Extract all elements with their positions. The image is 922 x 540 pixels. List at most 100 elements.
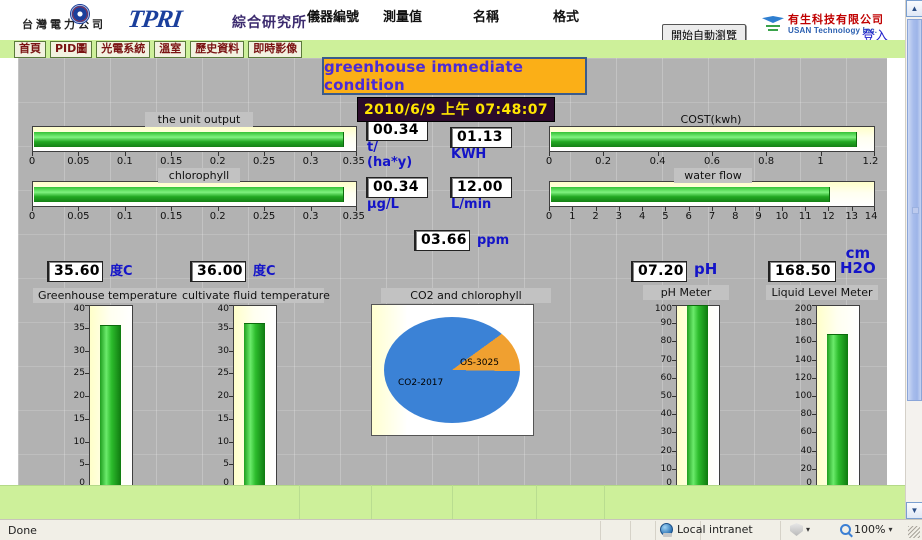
gauge-unit-output-track	[32, 126, 357, 152]
table-header-name: 名稱	[473, 10, 500, 25]
institute-name: 綜合研究所	[232, 15, 307, 31]
panel-right-margin	[887, 58, 905, 485]
nav-item-live-video[interactable]: 即時影像	[248, 40, 303, 58]
tpri-logo-text: TPRI	[126, 6, 183, 33]
gauge-fluid-temp: 40 35 30 25 20 15 10 5 0	[205, 304, 277, 485]
scada-panel: 0 0.05 0.1 0.15 0.2 0.25 0.3 0.35 the un…	[18, 58, 887, 485]
security-zone-indicator[interactable]: Local intranet	[660, 523, 753, 537]
readout-chlorophyll-unit: µg/L	[367, 197, 399, 212]
usan-leaf-icon	[762, 16, 784, 36]
gauge-cost-kwh-track	[549, 126, 875, 152]
nav-item-home[interactable]: 首頁	[14, 40, 46, 58]
gauge-fluid-temp-fill	[244, 323, 265, 485]
gauge-fluid-temp-label: cultivate fluid temperature	[177, 288, 330, 303]
page-title-banner: greenhouse immediate condition	[322, 57, 587, 95]
datetime-display: 2010/6/9 上午 07:48:07	[357, 97, 556, 122]
readout-greenhouse-temp-unit: 度C	[110, 264, 133, 279]
zoom-chevron-down-icon[interactable]: ▾	[888, 525, 892, 534]
readout-unit-output-value: 00.34	[366, 120, 428, 141]
table-header-measured-value: 測量值	[383, 10, 423, 25]
nav-item-history[interactable]: 歷史資料	[190, 40, 245, 58]
gauge-ph-meter: 100 90 80 70 60 50 40 30 20 10 0	[648, 304, 720, 485]
scroll-up-arrow-icon[interactable]: ▲	[906, 0, 922, 17]
gauge-greenhouse-temp-label: Greenhouse temperature	[33, 288, 178, 303]
protected-mode-indicator[interactable]: ▾	[790, 523, 810, 536]
magnifier-icon	[840, 524, 851, 535]
readout-ph-unit: pH	[694, 260, 718, 278]
gauge-greenhouse-temp-track	[89, 305, 133, 485]
readout-fluid-temp-value: 36.00	[190, 261, 246, 282]
readout-water-flow-value: 12.00	[450, 177, 512, 198]
gauge-liquid-level-label: Liquid Level Meter	[766, 285, 878, 300]
readout-liquid-level-value: 168.50	[768, 261, 836, 282]
readout-fluid-temp-unit: 度C	[253, 264, 276, 279]
window-resize-grip[interactable]	[908, 526, 920, 538]
gauge-liquid-level-meter: 200 180 160 140 120 100 80 60 40 20 0	[788, 304, 860, 485]
gauge-water-flow: 0 1 2 3 4 5 6 7 8 9 10 11 12 13 14	[546, 181, 877, 225]
table-header-instrument-id: 儀器編號	[307, 10, 360, 25]
gauge-cost-kwh-fill	[551, 132, 857, 147]
taipower-logo: 台灣電力公司	[22, 4, 106, 32]
gauge-unit-output: 0 0.05 0.1 0.15 0.2 0.25 0.3 0.35	[29, 126, 365, 170]
panel-left-margin	[0, 58, 18, 485]
gauge-chlorophyll-fill	[34, 187, 344, 202]
gauge-fluid-temp-track	[233, 305, 277, 485]
gauge-liquid-level-meter-track	[816, 305, 860, 485]
gauge-greenhouse-temp-fill	[100, 324, 121, 485]
readout-co2-value: 03.66	[414, 230, 470, 251]
readout-unit-output-unit: t/ (ha*y)	[367, 140, 413, 170]
readout-greenhouse-temp-value: 35.60	[47, 261, 103, 282]
gauge-water-flow-axis: 0 1 2 3 4 5 6 7 8 9 10 11 12 13 14	[546, 207, 877, 225]
readout-co2-unit: ppm	[477, 233, 510, 248]
main-nav: 首頁 PID圖 光電系統 溫室 歷史資料 即時影像	[0, 40, 905, 58]
gauge-ph-meter-track	[676, 305, 720, 485]
zoom-control[interactable]: 100% ▾	[840, 523, 892, 536]
pie-slice-label-co2: CO2-2017	[398, 378, 444, 388]
nav-item-greenhouse[interactable]: 溫室	[154, 40, 187, 58]
gauge-water-flow-label: water flow	[674, 168, 752, 183]
chevron-down-icon[interactable]: ▾	[806, 525, 810, 534]
vertical-scrollbar[interactable]: ▲ ▼	[905, 0, 922, 519]
readout-liquid-level-unit: cm H2O	[840, 244, 876, 277]
intranet-globe-icon	[660, 523, 673, 537]
gauge-liquid-level-meter-axis: 200 180 160 140 120 100 80 60 40 20 0	[788, 304, 816, 485]
gauge-chlorophyll-label: chlorophyll	[158, 168, 240, 183]
browser-status-bar: Done Local intranet ▾ 100% ▾	[0, 519, 922, 540]
pie-chart-shape	[384, 317, 520, 423]
pie-chart-title: CO2 and chlorophyll	[381, 288, 551, 303]
taipower-emblem-icon	[70, 4, 90, 24]
site-header: 台灣電力公司 TPRI 綜合研究所 開始自動瀏覽 有生科技有限公司 USAN T…	[0, 0, 905, 47]
tpri-logo: TPRI	[126, 6, 183, 34]
gauge-ph-label: pH Meter	[643, 285, 729, 300]
readout-ph-value: 07.20	[631, 261, 687, 282]
gauge-ph-meter-fill	[687, 305, 708, 485]
nav-item-pid[interactable]: PID圖	[50, 40, 93, 58]
pie-slice-label-os: OS-3025	[460, 358, 499, 368]
gauge-greenhouse-temp: 40 35 30 25 20 15 10 5 0	[61, 304, 133, 485]
gauge-fluid-temp-axis: 40 35 30 25 20 15 10 5 0	[205, 304, 233, 485]
pie-chart-co2-chlorophyll: CO2-2017 OS-3025	[371, 304, 534, 436]
gauge-water-flow-fill	[551, 187, 830, 202]
readout-kwh-unit: KWH	[451, 147, 487, 162]
table-header-format: 格式	[553, 10, 580, 25]
readout-water-flow-unit: L/min	[451, 197, 492, 212]
gauge-chlorophyll: 0 0.05 0.1 0.15 0.2 0.25 0.3 0.35	[29, 181, 365, 225]
scroll-down-arrow-icon[interactable]: ▼	[906, 502, 922, 519]
security-zone-label: Local intranet	[677, 523, 753, 536]
nav-item-photovoltaic[interactable]: 光電系統	[96, 40, 151, 58]
gauge-chlorophyll-axis: 0 0.05 0.1 0.15 0.2 0.25 0.3 0.35	[29, 207, 365, 225]
gauge-ph-meter-axis: 100 90 80 70 60 50 40 30 20 10 0	[648, 304, 676, 485]
gauge-cost-kwh: 0 0.2 0.4 0.6 0.8 1 1.2	[546, 126, 878, 170]
gauge-greenhouse-temp-axis: 40 35 30 25 20 15 10 5 0	[61, 304, 89, 485]
readout-kwh-value: 01.13	[450, 127, 512, 148]
page-title: greenhouse immediate condition	[324, 58, 524, 94]
readout-chlorophyll-value: 00.34	[366, 177, 428, 198]
scrollbar-thumb[interactable]	[907, 19, 922, 401]
gauge-cost-kwh-label: COST(kwh)	[680, 113, 742, 126]
gauge-water-flow-track	[549, 181, 875, 207]
shield-icon	[790, 523, 803, 536]
gauge-chlorophyll-track	[32, 181, 357, 207]
status-message: Done	[8, 524, 37, 537]
zoom-level-label: 100%	[854, 523, 886, 536]
gauge-unit-output-fill	[34, 132, 344, 147]
